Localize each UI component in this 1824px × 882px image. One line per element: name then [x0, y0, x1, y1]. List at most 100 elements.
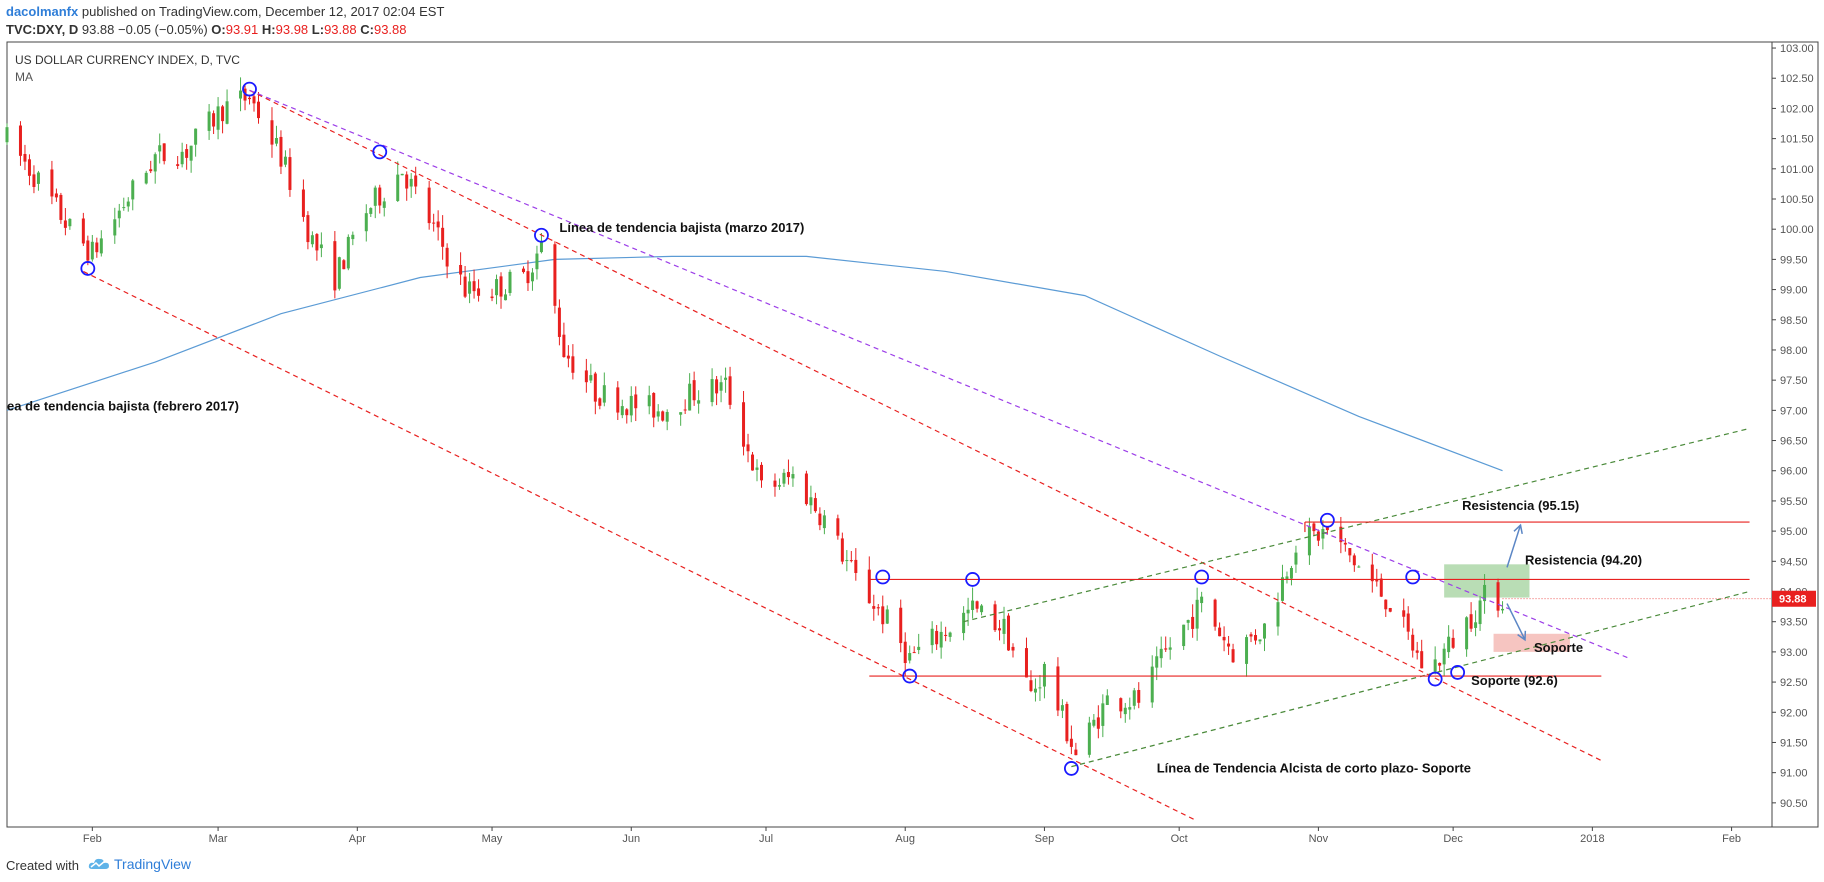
candle-body [782, 472, 786, 484]
candle-body [557, 307, 561, 337]
candle-body [477, 288, 481, 296]
candle-body [1195, 599, 1199, 629]
candle-body [845, 560, 849, 562]
time-tick-label: Jul [759, 833, 773, 845]
candle-body [414, 175, 418, 187]
candle-body [18, 125, 22, 156]
price-chart[interactable]: US DOLLAR CURRENCY INDEX, D, TVC MA Líne… [0, 0, 1824, 882]
candle-body [652, 393, 656, 418]
moving-average-layer [6, 255, 1503, 472]
candle-body [248, 97, 252, 100]
candle-body [310, 235, 314, 245]
time-tick-label: Feb [83, 833, 102, 845]
candle-body [629, 395, 633, 416]
candle-body [813, 498, 817, 512]
candle-body [917, 646, 921, 651]
candle-body [283, 156, 287, 165]
candle-body [930, 628, 934, 646]
tradingview-brand[interactable]: TradingView [88, 856, 191, 872]
price-tick-label: 90.50 [1780, 798, 1808, 810]
price-tick-label: 99.50 [1780, 254, 1808, 266]
candle-body [683, 409, 687, 411]
candle-body [521, 268, 525, 273]
candle-body [1254, 635, 1258, 641]
price-tick-label: 102.50 [1780, 73, 1814, 85]
candle-body [432, 222, 436, 224]
candle-body [54, 193, 58, 198]
candle-body [445, 247, 449, 267]
candle-body [876, 607, 880, 609]
candle-body [270, 120, 274, 145]
pivot-marker [372, 144, 388, 160]
candle-body [1469, 614, 1473, 629]
time-tick-label: May [482, 833, 503, 845]
price-tick-label: 96.50 [1780, 436, 1808, 448]
projection-arrow [1506, 524, 1522, 568]
candle-body [688, 383, 692, 411]
candle-body [836, 518, 840, 536]
price-tick-label: 100.00 [1780, 224, 1814, 236]
candle-body [1357, 566, 1361, 568]
candle-body [1119, 698, 1123, 712]
candle-body [1384, 599, 1388, 610]
candle-body [382, 201, 386, 208]
candle-body [993, 604, 997, 631]
candle-body [1056, 666, 1060, 711]
candle-body [1465, 617, 1469, 650]
candle-body [274, 137, 278, 144]
candle-body [189, 145, 193, 161]
candle-body [728, 376, 732, 405]
candle-body [1249, 634, 1253, 637]
price-tick-label: 93.50 [1780, 617, 1808, 629]
candle-body [975, 601, 979, 609]
candle-body [908, 653, 912, 661]
candle-body [346, 236, 350, 269]
price-axis[interactable]: 103.00 102.50 102.00 101.50 101.00 100.50 100.… [1772, 43, 1814, 810]
chart-title: US DOLLAR CURRENCY INDEX, D, TVC [15, 53, 240, 67]
candle-body [319, 244, 323, 249]
candle-body [1096, 717, 1100, 729]
candle-body [1191, 616, 1195, 629]
candle-body [939, 631, 943, 648]
candle-body [5, 127, 9, 143]
candle-body [760, 464, 764, 481]
candle-body [1451, 637, 1455, 648]
candle-body [1038, 687, 1042, 689]
candle-body [1029, 680, 1033, 691]
candle-body [584, 370, 588, 383]
candle-body [899, 607, 903, 644]
candle-body [86, 240, 90, 261]
candle-body [378, 187, 382, 206]
candle-body [68, 218, 72, 227]
price-tick-label: 100.50 [1780, 194, 1814, 206]
candle-body [126, 201, 130, 207]
candle-body [872, 606, 876, 609]
candle-body [903, 641, 907, 664]
candle-body [59, 194, 63, 220]
candle-body [1276, 602, 1280, 627]
candle-body [63, 220, 67, 228]
time-tick-label: Dec [1443, 833, 1463, 845]
candle-body [1042, 663, 1046, 687]
pivot-marker [875, 569, 891, 585]
time-axis[interactable]: Feb Mar Apr May Jun Jul Aug Sep Oct Nov Dec 2018 Feb [83, 827, 1741, 845]
time-tick-label: Sep [1035, 833, 1055, 845]
candle-body [117, 210, 121, 219]
candle-body [697, 400, 701, 404]
trendline [963, 427, 1750, 623]
candle-body [809, 497, 813, 506]
candle-body [944, 634, 948, 636]
candle-body [1128, 707, 1132, 710]
candle-body [36, 172, 40, 184]
candle-body [881, 606, 885, 625]
candle-body [221, 106, 225, 122]
price-tick-label: 92.50 [1780, 677, 1808, 689]
candle-body [971, 600, 975, 610]
candle-body [1433, 659, 1437, 672]
candle-body [180, 151, 184, 165]
candle-body [333, 241, 337, 291]
candle-body [661, 411, 665, 421]
trendline [1071, 590, 1750, 768]
candle-body [962, 612, 966, 634]
chart-annotation: Línea de tendencia bajista (marzo 2017) [559, 220, 804, 235]
